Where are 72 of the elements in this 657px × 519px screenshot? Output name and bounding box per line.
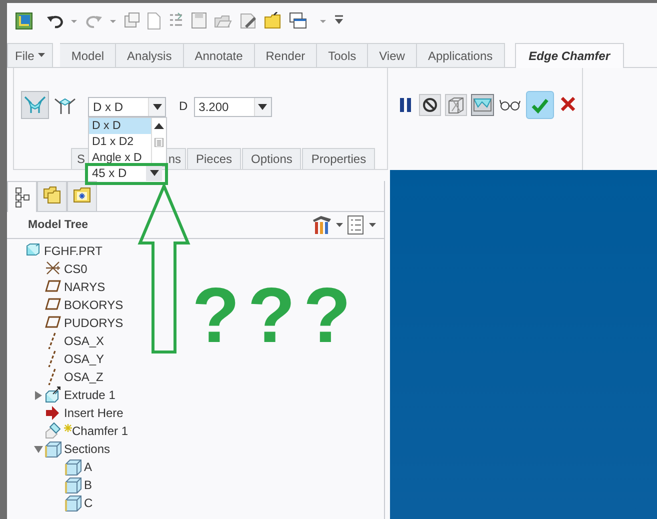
expand-icon[interactable] <box>34 390 42 400</box>
no-preview-icon <box>420 95 440 115</box>
annotation-text: ??? <box>192 276 359 354</box>
scroll-thumb-icon[interactable] <box>154 138 164 147</box>
tree-item[interactable]: B <box>84 478 92 492</box>
tree-item[interactable]: CS0 <box>64 262 88 276</box>
scrollbar[interactable] <box>151 118 166 166</box>
section-icon <box>65 476 82 494</box>
tree-item[interactable]: OSA_Z <box>64 370 104 384</box>
caret-icon <box>258 104 268 110</box>
dimension-scheme-dropdown[interactable]: D x D <box>88 97 166 117</box>
save-icon[interactable] <box>191 12 207 30</box>
extrude-icon <box>45 386 62 404</box>
tree-item[interactable]: Sections <box>64 442 110 456</box>
ribbon-tab[interactable]: Tools <box>317 43 368 67</box>
dropdown-option[interactable]: D x D <box>89 118 151 134</box>
tree-item[interactable]: A <box>84 460 92 474</box>
section-icon <box>65 458 82 476</box>
ribbon-tab[interactable]: Analysis <box>116 43 184 67</box>
ribbon-tab[interactable]: Applications <box>416 43 505 67</box>
tools-icon[interactable] <box>312 215 332 235</box>
geometry-preview-icon <box>446 95 466 115</box>
ribbon-tab[interactable]: Edge Chamfer <box>514 43 624 68</box>
ribbon-tab[interactable]: Render <box>254 43 318 67</box>
folder-icon[interactable] <box>264 12 282 30</box>
caret-icon <box>152 104 162 110</box>
caret-icon[interactable] <box>369 222 376 228</box>
collapse-icon[interactable] <box>34 444 42 454</box>
tree-item[interactable]: OSA_Y <box>64 352 104 366</box>
file-menu[interactable]: File <box>7 43 54 67</box>
tree-item[interactable]: Insert Here <box>64 406 124 420</box>
windows-icon[interactable] <box>289 12 307 30</box>
list-settings-icon[interactable] <box>347 215 365 235</box>
tree-item[interactable]: OSA_X <box>64 334 104 348</box>
tree-item[interactable]: Chamfer 1 <box>72 424 128 438</box>
ribbon-tab[interactable]: Model <box>60 43 116 67</box>
geometry-preview-button[interactable] <box>445 94 467 116</box>
field-label: D <box>179 99 188 113</box>
panel-tab[interactable]: Pieces <box>187 148 242 169</box>
insert-arrow-icon <box>45 404 62 422</box>
panel-title: Model Tree <box>28 219 88 231</box>
dropdown-option[interactable]: D1 x D2 <box>89 134 151 150</box>
navigator-tab[interactable] <box>37 181 67 211</box>
edit-file-icon[interactable] <box>239 12 257 30</box>
tree-item[interactable]: PUDORYS <box>64 316 124 330</box>
scroll-up-icon[interactable] <box>154 122 164 130</box>
dimension-scheme-field[interactable]: 45 x D <box>88 165 162 181</box>
tree-item[interactable]: C <box>84 496 93 510</box>
navigator-tab[interactable] <box>7 181 37 212</box>
regenerate-icon[interactable] <box>124 12 140 30</box>
application-icon[interactable] <box>15 12 33 30</box>
panel-tab[interactable]: Options <box>242 148 302 169</box>
chamfer-icon <box>45 422 62 440</box>
dropdown-option[interactable]: Angle x D <box>89 150 151 166</box>
caret-icon[interactable] <box>336 222 343 228</box>
no-preview-button[interactable] <box>419 94 441 116</box>
section-icon <box>45 440 62 458</box>
tree-item[interactable]: FGHF.PRT <box>44 244 102 258</box>
ribbon-tab[interactable]: Annotate <box>184 43 255 67</box>
tree-item[interactable]: NARYS <box>64 280 106 294</box>
tree-item[interactable]: BOKORYS <box>64 298 124 312</box>
navigator-tab[interactable] <box>67 181 97 211</box>
ribbon-tab[interactable]: View <box>368 43 417 67</box>
caret-icon <box>38 53 46 58</box>
pause-icon <box>397 95 414 115</box>
section-icon <box>65 494 82 512</box>
distance-field[interactable]: 3.200 <box>194 97 272 117</box>
model-tree-icon <box>14 186 30 208</box>
new-file-icon[interactable] <box>147 12 161 30</box>
checkmark-button[interactable] <box>526 91 554 119</box>
tree-item[interactable]: Extrude 1 <box>64 388 116 402</box>
panel-tab[interactable]: Properties <box>302 148 376 169</box>
